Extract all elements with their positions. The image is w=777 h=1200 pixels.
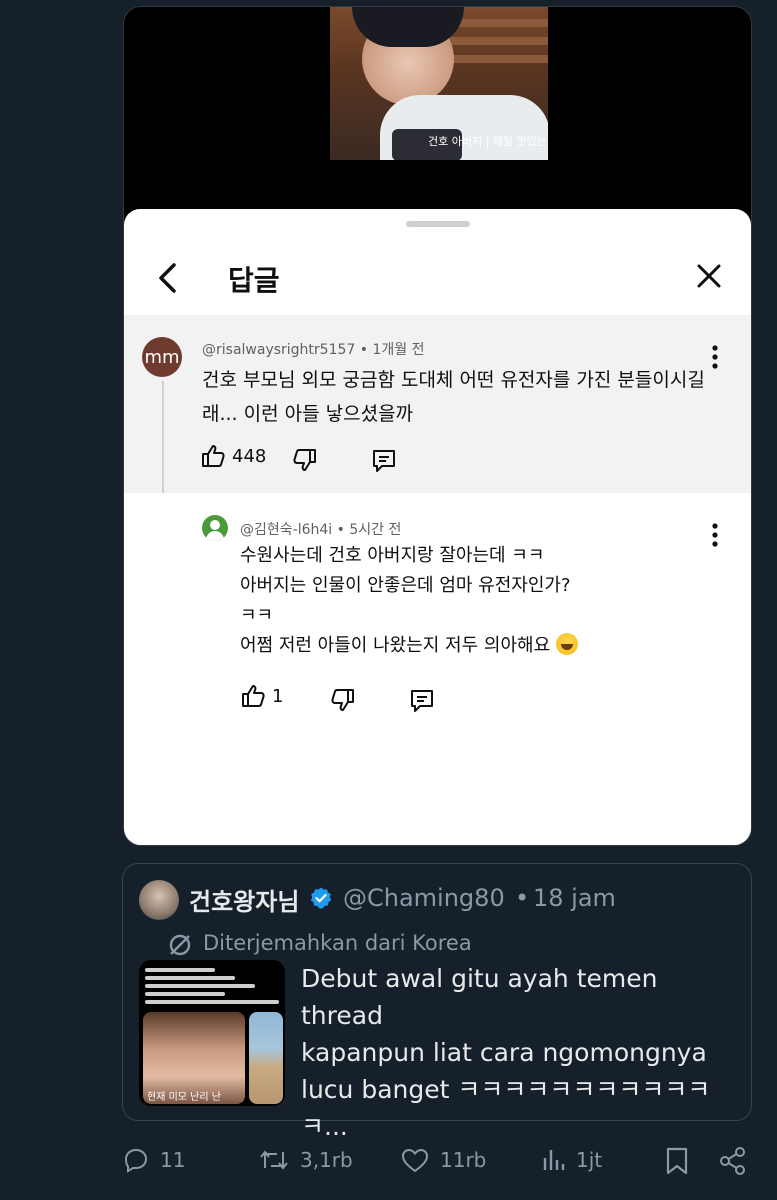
sheet-title: 답글 — [228, 264, 280, 297]
heart-icon — [401, 1148, 429, 1173]
more-options-icon[interactable] — [712, 523, 718, 547]
thumbnail-caption: 현재 미모 난리 난 — [147, 1092, 221, 1103]
reply-line: ㅋㅋ — [240, 605, 274, 626]
comment-author[interactable]: @risalwaysrightr5157 — [202, 342, 355, 358]
reply-line: 아버지는 인물이 안좋은데 엄마 유전자인가? — [240, 575, 571, 596]
more-options-icon[interactable] — [712, 345, 718, 369]
replies-sheet: 답글 mm @risalwaysrightr5157 • 1개월 전 건호 부모… — [124, 209, 751, 845]
reply-author[interactable]: @김현숙-l6h4i — [240, 522, 332, 538]
thumbs-down-icon[interactable] — [330, 687, 356, 713]
verified-badge-icon — [310, 887, 332, 909]
reply-button[interactable]: 11 — [122, 1146, 185, 1174]
avatar[interactable]: mm — [142, 337, 182, 377]
views-button[interactable]: 1jt — [540, 1146, 602, 1174]
reply-count: 11 — [160, 1148, 186, 1172]
quote-text-line: Debut awal gitu ayah temen thread — [301, 964, 658, 1030]
reply-text: 수원사는데 건호 아버지랑 잘아는데 ㅋㅋ 아버지는 인물이 안좋은데 엄마 유… — [240, 541, 578, 661]
like-count: 448 — [232, 445, 267, 467]
separator-dot: • — [515, 884, 530, 912]
sweat-smile-emoji-icon — [555, 633, 578, 655]
like-button[interactable]: 11rb — [400, 1146, 486, 1174]
thumbs-up-icon — [202, 445, 225, 467]
back-arrow-icon[interactable] — [154, 261, 182, 295]
reply-line: 수원사는데 건호 아버지랑 잘아는데 ㅋㅋ — [240, 545, 545, 566]
analytics-bars-icon — [543, 1150, 565, 1170]
reply-icon[interactable] — [408, 687, 436, 715]
reply-time: 5시간 전 — [349, 522, 402, 538]
thumbs-up-icon — [242, 685, 265, 707]
video-subtitle: 건호 아버지 | 제일 맛있는 — [428, 135, 547, 148]
translation-label[interactable]: Diterjemahkan dari Korea — [203, 931, 472, 955]
share-icon[interactable] — [718, 1146, 748, 1176]
quote-text-line: lucu banget ㅋㅋㅋㅋㅋㅋㅋㅋㅋㅋㅋㅋ... — [301, 1075, 711, 1141]
like-button[interactable]: 448 — [200, 443, 266, 469]
video-thumbnail: 건호 아버지 | 제일 맛있는 — [330, 7, 548, 160]
views-count: 1jt — [576, 1148, 603, 1172]
comment-line: 래... 이런 아들 낳으셨을까 — [202, 403, 414, 425]
drag-handle[interactable] — [406, 221, 470, 227]
tweet-time[interactable]: 18 jam — [533, 884, 616, 912]
reply-icon[interactable] — [370, 447, 398, 475]
reply-line: 어쩜 저런 아들이 나왔는지 저두 의아해요 — [240, 635, 551, 656]
retweet-icon — [260, 1150, 288, 1170]
reply-meta: @김현숙-l6h4i • 5시간 전 — [240, 522, 402, 538]
like-count: 11rb — [440, 1148, 487, 1172]
comment: mm @risalwaysrightr5157 • 1개월 전 건호 부모님 외… — [124, 315, 751, 527]
reply-comment: @김현숙-l6h4i • 5시간 전 수원사는데 건호 아버지랑 잘아는데 ㅋㅋ… — [124, 493, 751, 845]
like-button[interactable]: 1 — [240, 683, 283, 709]
comment-line: 건호 부모님 외모 궁금함 도대체 어떤 유전자를 가진 분들이시길 — [202, 369, 705, 391]
close-icon[interactable] — [694, 261, 724, 291]
sheet-header: 답글 — [124, 239, 751, 315]
tweet-action-bar: 11 3,1rb 11rb 1jt — [0, 1140, 777, 1180]
comment-text: 건호 부모님 외모 궁금함 도대체 어떤 유전자를 가진 분들이시길 래... … — [202, 363, 705, 431]
quote-media-thumbnail[interactable]: 현재 미모 난리 난 — [139, 960, 285, 1106]
display-name[interactable]: 건호왕자님 — [189, 882, 299, 917]
avatar[interactable] — [202, 515, 228, 541]
embedded-screenshot[interactable]: 건호 아버지 | 제일 맛있는 답글 mm @risalwaysrightr51… — [123, 6, 752, 846]
quote-text-line: kapanpun liat cara ngomongnya — [301, 1038, 707, 1067]
retweet-count: 3,1rb — [300, 1148, 353, 1172]
quoted-tweet[interactable]: 건호왕자님 @Chaming80 • 18 jam Diterjemahkan … — [122, 863, 752, 1141]
thumbs-down-icon[interactable] — [292, 447, 318, 473]
quote-text: Debut awal gitu ayah temen thread kapanp… — [301, 960, 741, 1145]
like-count: 1 — [272, 685, 284, 707]
reply-bubble-icon — [124, 1148, 148, 1173]
translate-globe-icon — [169, 934, 191, 956]
bookmark-icon[interactable] — [664, 1146, 690, 1176]
video-area: 건호 아버지 | 제일 맛있는 — [124, 7, 751, 217]
user-handle[interactable]: @Chaming80 — [343, 884, 505, 912]
avatar[interactable] — [139, 880, 179, 920]
retweet-button[interactable]: 3,1rb — [258, 1146, 353, 1174]
comment-time: 1개월 전 — [372, 342, 425, 358]
comment-meta: @risalwaysrightr5157 • 1개월 전 — [202, 342, 425, 358]
